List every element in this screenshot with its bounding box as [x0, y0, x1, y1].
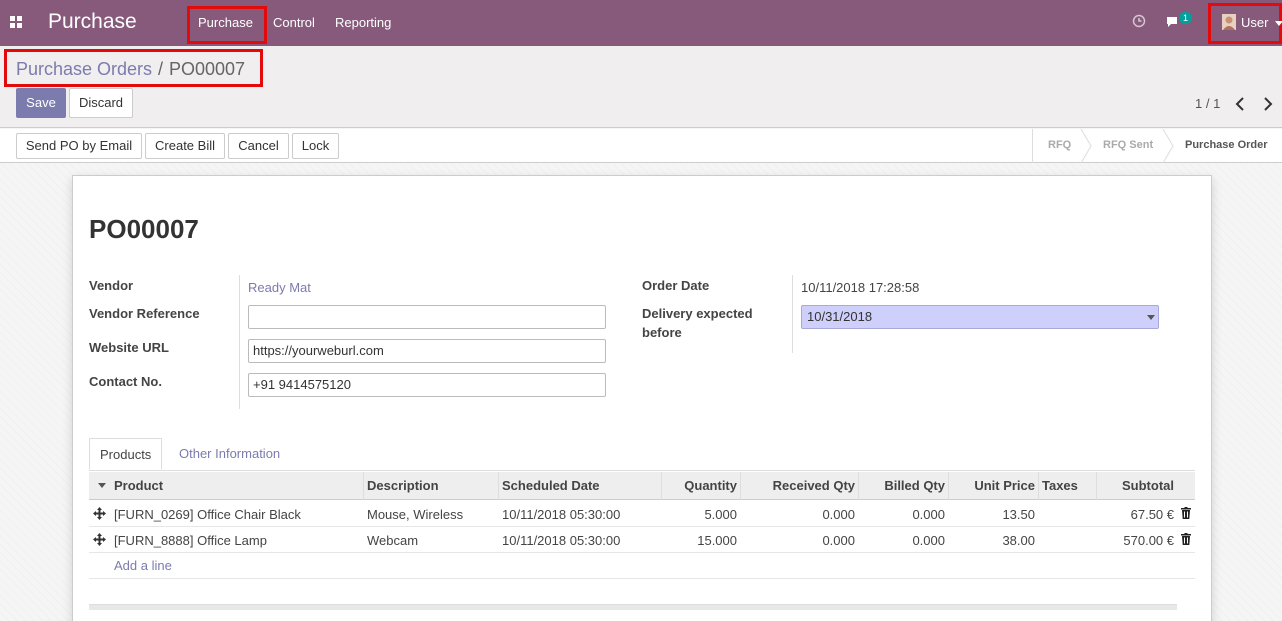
delivery-date-select[interactable]: 10/31/2018: [801, 305, 1159, 329]
contact-no-label: Contact No.: [89, 374, 162, 389]
col-subtotal[interactable]: Subtotal: [1097, 478, 1174, 493]
row-subtotal: 570.00 €: [1123, 533, 1174, 548]
col-product[interactable]: Product: [114, 478, 163, 493]
row-unit-price: 13.50: [1002, 507, 1035, 522]
trash-icon[interactable]: [1181, 507, 1191, 519]
col-billed-qty[interactable]: Billed Qty: [859, 478, 945, 493]
highlight-box: [187, 6, 267, 44]
stage-rfq-sent[interactable]: RFQ Sent: [1103, 139, 1153, 151]
column-divider: [363, 472, 364, 500]
menu-control[interactable]: Control: [273, 0, 315, 46]
vendor-reference-input[interactable]: [248, 305, 606, 329]
delivery-label-line1: Delivery expected: [642, 306, 753, 321]
save-button[interactable]: Save: [16, 88, 66, 118]
next-record-icon[interactable]: [1256, 91, 1282, 117]
column-divider: [498, 472, 499, 500]
send-po-email-button[interactable]: Send PO by Email: [16, 133, 142, 159]
website-url-label: Website URL: [89, 340, 169, 355]
website-url-input[interactable]: https://yourweburl.com: [248, 339, 606, 363]
drag-handle-icon[interactable]: [93, 533, 106, 546]
row-received-qty: 0.000: [822, 507, 855, 522]
tab-other-information[interactable]: Other Information: [169, 438, 290, 470]
row-unit-price: 38.00: [1002, 533, 1035, 548]
row-description: Mouse, Wireless: [367, 507, 464, 522]
table-footer: [89, 604, 1177, 610]
chevron-down-icon: [1147, 315, 1155, 320]
activity-clock-icon[interactable]: [1132, 14, 1146, 28]
add-line-row: [89, 553, 1195, 579]
app-title: Purchase: [48, 10, 137, 33]
row-quantity: 15.000: [697, 533, 737, 548]
col-received-qty[interactable]: Received Qty: [741, 478, 855, 493]
discard-button[interactable]: Discard: [69, 88, 133, 118]
trash-icon[interactable]: [1181, 533, 1191, 545]
col-taxes[interactable]: Taxes: [1042, 478, 1078, 493]
messages-badge: 1: [1179, 12, 1193, 24]
row-product: [FURN_8888] Office Lamp: [114, 533, 267, 548]
row-billed-qty: 0.000: [912, 507, 945, 522]
row-billed-qty: 0.000: [912, 533, 945, 548]
user-menu[interactable]: User: [1241, 0, 1268, 46]
record-title: PO00007: [89, 214, 199, 244]
row-scheduled-date: 10/11/2018 05:30:00: [502, 533, 621, 548]
add-line-link[interactable]: Add a line: [114, 558, 172, 573]
stage-arrow-icon: [1162, 129, 1174, 163]
tab-underline: [89, 470, 1195, 471]
row-received-qty: 0.000: [822, 533, 855, 548]
order-date-label: Order Date: [642, 278, 710, 293]
tab-products[interactable]: Products: [89, 438, 163, 470]
apps-grid-icon[interactable]: [10, 16, 22, 28]
vendor-reference-label: Vendor Reference: [89, 306, 200, 321]
row-subtotal: 67.50 €: [1130, 507, 1174, 522]
menu-reporting[interactable]: Reporting: [335, 0, 391, 46]
field-divider: [792, 275, 793, 353]
stage-arrow-icon: [1080, 129, 1092, 163]
user-avatar-icon[interactable]: [1222, 14, 1236, 30]
col-scheduled-date[interactable]: Scheduled Date: [502, 478, 600, 493]
row-description: Webcam: [367, 533, 419, 548]
stage-divider: [1032, 129, 1033, 163]
cancel-button[interactable]: Cancel: [228, 133, 289, 159]
order-date-value: 10/11/2018 17:28:58: [801, 280, 920, 295]
drag-handle-icon[interactable]: [93, 507, 106, 520]
field-divider: [239, 275, 240, 409]
lock-button[interactable]: Lock: [292, 133, 339, 159]
row-quantity: 5.000: [704, 507, 737, 522]
row-scheduled-date: 10/11/2018 05:30:00: [502, 507, 621, 522]
sort-caret-icon[interactable]: [98, 483, 106, 488]
vendor-link[interactable]: Ready Mat: [248, 280, 311, 295]
highlight-box: [4, 49, 263, 87]
row-product: [FURN_0269] Office Chair Black: [114, 507, 301, 522]
vendor-label: Vendor: [89, 278, 134, 293]
column-divider: [1038, 472, 1039, 500]
previous-record-icon[interactable]: [1228, 91, 1254, 117]
pager-value: 1 / 1: [1195, 96, 1221, 111]
stage-rfq[interactable]: RFQ: [1048, 139, 1071, 151]
contact-no-input[interactable]: +91 9414575120: [248, 373, 606, 397]
col-unit-price[interactable]: Unit Price: [949, 478, 1035, 493]
create-bill-button[interactable]: Create Bill: [145, 133, 225, 159]
stage-purchase-order[interactable]: Purchase Order: [1185, 139, 1268, 151]
col-quantity[interactable]: Quantity: [662, 478, 737, 493]
user-caret-icon: [1275, 21, 1282, 26]
col-description[interactable]: Description: [367, 478, 439, 493]
delivery-label-line2: before: [642, 325, 682, 340]
